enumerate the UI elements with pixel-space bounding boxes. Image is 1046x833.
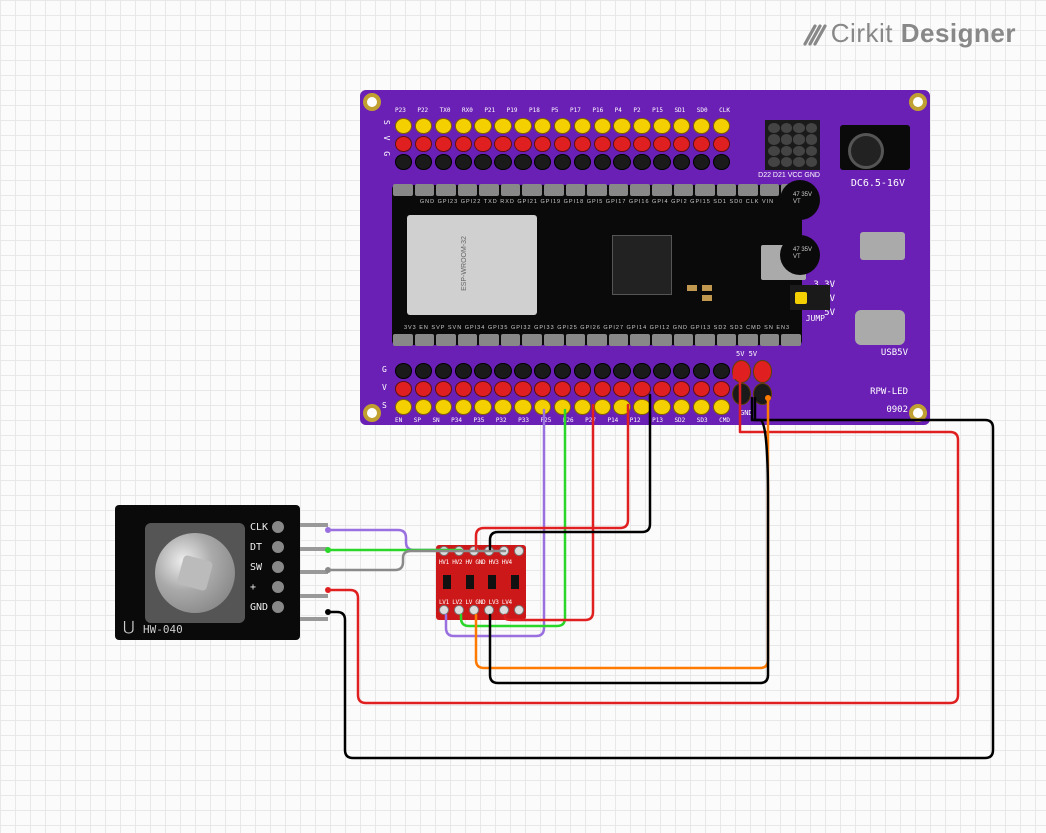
5v-gnd-header: 5V 5V GND <box>732 360 772 405</box>
esp-wroom-shield: ESP-WROOM-32 <box>407 215 537 315</box>
encoder-pin-plus: + <box>250 580 295 594</box>
jumper-block <box>790 285 830 310</box>
usb5-label: USB5V <box>881 348 908 358</box>
brand-icon <box>801 22 829 48</box>
shifter-lv-row <box>436 605 526 619</box>
devkit-top-pins: GND GPI23 GPI22 TXD RXD GPI21 GPI19 GPI1… <box>392 199 802 205</box>
jump-label: JUMP <box>806 314 825 323</box>
smd <box>687 285 697 291</box>
top-pin-names: P23P22TX0RX0P21P19P18P5P17P16P4P2P15SD1S… <box>395 107 730 114</box>
rotary-encoder-module[interactable]: CLK DT SW + GND ⋃ HW-040 <box>115 505 300 640</box>
rpw-led-label: RPW-LED <box>870 387 908 397</box>
gvs-v: V <box>382 383 387 392</box>
pin-row-g-bot <box>395 363 730 379</box>
gvs-g: G <box>382 365 387 374</box>
smd <box>702 285 712 291</box>
shifter-hv-row <box>436 546 526 560</box>
devkit-header-top <box>392 183 802 197</box>
mounting-hole <box>363 404 381 422</box>
pin-row-v-bot <box>395 381 730 397</box>
capacitor: 47 35V VT <box>780 235 820 275</box>
encoder-knob[interactable] <box>155 533 235 613</box>
level-shifter-module[interactable]: HV1 HV2 HV GND HV3 HV4 LV1 LV2 LV GND LV… <box>436 545 526 620</box>
soc-chip <box>612 235 672 295</box>
esp32-expansion-board[interactable]: S V G P23P22TX0RX0P21P19P18P5P17P16P4P2P… <box>360 90 930 425</box>
gvs-label-top: S V G <box>382 120 391 159</box>
shifter-top-labels: HV1 HV2 HV GND HV3 HV4 <box>439 559 512 566</box>
brand-suffix: Designer <box>893 18 1016 48</box>
brand-prefix: Cirkit <box>831 18 893 48</box>
devkit-bot-pins: 3V3 EN SVP SVN GPI34 GPI35 GPI32 GPI33 G… <box>392 325 802 331</box>
shield-label: ESP-WROOM-32 <box>461 236 468 291</box>
brand-watermark: Cirkit Designer <box>801 18 1016 49</box>
micro-usb-port <box>860 232 905 260</box>
shifter-transistors <box>436 575 526 589</box>
pin-row-g-top <box>395 154 730 170</box>
pin-row-s-bot <box>395 399 730 415</box>
encoder-model: HW-040 <box>143 623 183 636</box>
pin-row-v-top <box>395 136 730 152</box>
encoder-mark: ⋃ <box>123 618 134 635</box>
encoder-pin-clk: CLK <box>250 520 295 534</box>
i2c-header-block <box>765 120 820 170</box>
esp32-devkit-module: ESP-WROOM-32 GND GPI23 GPI22 TXD RXD GPI… <box>392 185 802 345</box>
i2c-header-labels: D22 D21 VCC GND <box>758 172 820 179</box>
mounting-hole <box>909 404 927 422</box>
usb-c-port <box>855 310 905 345</box>
mounting-hole <box>909 93 927 111</box>
dc-label: DC6.5-16V <box>851 178 905 189</box>
mounting-hole <box>363 93 381 111</box>
encoder-pin-dt: DT <box>250 540 295 554</box>
rev-label: 0902 <box>886 405 908 415</box>
bot-pin-names: ENSPSNP34P35P32P33P25P26P27P14P12P13SD2S… <box>395 417 730 424</box>
dc-barrel-jack <box>840 125 910 170</box>
capacitor: 47 35V VT <box>780 180 820 220</box>
devkit-header-bot <box>392 333 802 347</box>
encoder-pin-column: CLK DT SW + GND <box>250 520 295 614</box>
encoder-pin-gnd: GND <box>250 600 295 614</box>
pin-row-s-top <box>395 118 730 134</box>
5v-label: 5V 5V <box>736 350 757 358</box>
encoder-pin-sw: SW <box>250 560 295 574</box>
smd <box>702 295 712 301</box>
gnd-label: GND <box>740 409 753 417</box>
schematic-canvas[interactable]: Cirkit Designer S V G P23P22TX0RX0P21P19… <box>0 0 1046 833</box>
v-label: V <box>830 294 835 304</box>
gvs-s: S <box>382 401 387 410</box>
encoder-pin-leads <box>300 523 328 621</box>
